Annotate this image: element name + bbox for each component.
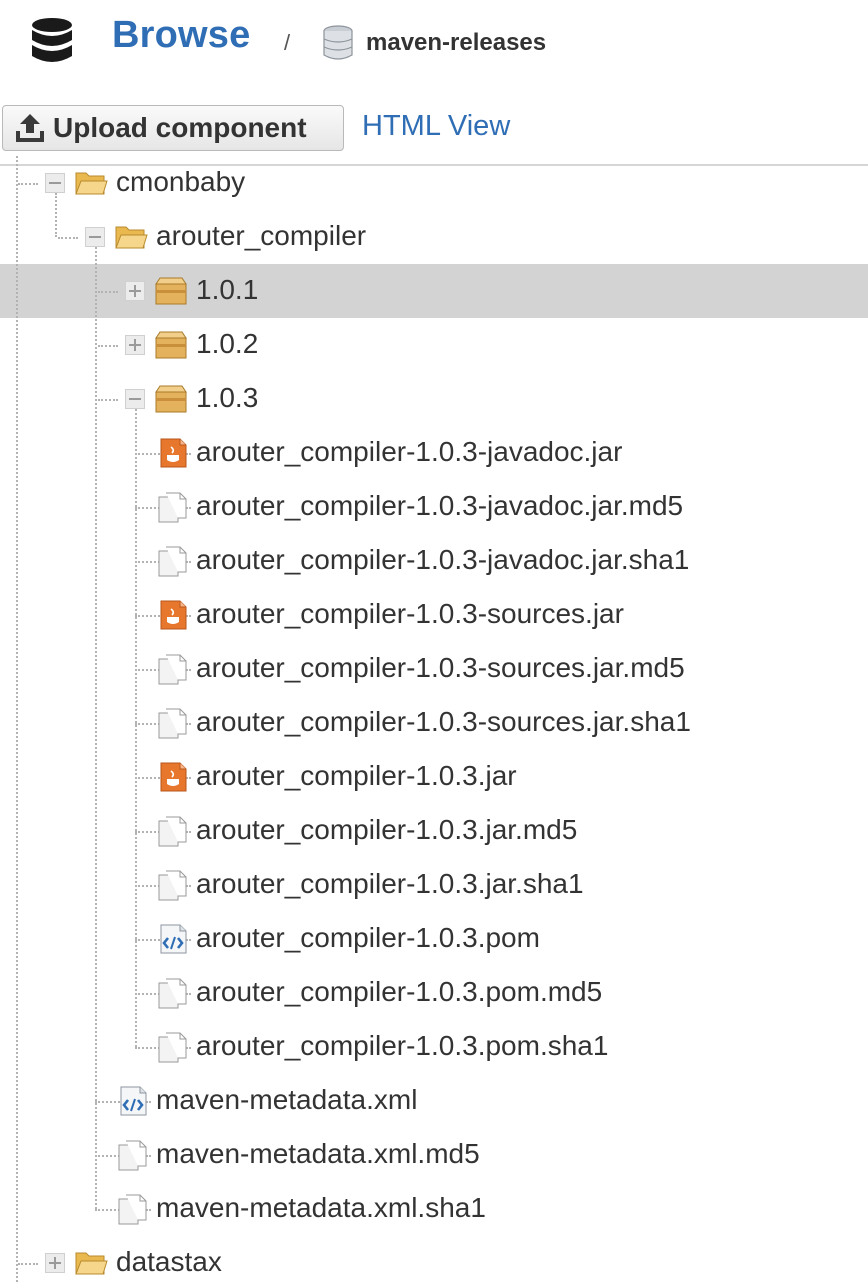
breadcrumb-repository: maven-releases (366, 29, 547, 56)
tree-node-label: arouter_compiler-1.0.3-javadoc.jar.md5 (196, 490, 684, 521)
tree-node[interactable]: arouter_compiler-1.0.3-javadoc.jar.md5 (0, 480, 868, 534)
tree-node-label: arouter_compiler-1.0.3.jar.sha1 (196, 868, 584, 899)
expand-node-toggle[interactable] (45, 1253, 65, 1273)
generic-file-icon (158, 546, 187, 577)
jar-file-icon (160, 600, 187, 630)
tree-node[interactable]: 1.0.1 (0, 264, 868, 318)
breadcrumb-separator: / (284, 30, 291, 55)
collapse-node-toggle[interactable] (125, 389, 145, 409)
tree-node-label: maven-metadata.xml (156, 1084, 418, 1115)
tree-node[interactable]: arouter_compiler-1.0.3.jar.md5 (0, 804, 868, 858)
tree-connector (98, 291, 118, 293)
generic-file-icon (158, 708, 187, 739)
tree-node-label: 1.0.1 (196, 274, 259, 305)
tree-node[interactable]: cmonbaby (0, 156, 868, 210)
tree-guide-line (135, 409, 137, 1047)
tree-node[interactable]: datastax (0, 1236, 868, 1284)
tree-guide-line (95, 247, 97, 1209)
tree-node[interactable]: arouter_compiler-1.0.3.pom.sha1 (0, 1020, 868, 1074)
tree-connector (58, 237, 78, 239)
tree-node-label: maven-metadata.xml.sha1 (156, 1192, 486, 1223)
tree-node-label: arouter_compiler (156, 220, 367, 251)
generic-file-icon (118, 1140, 147, 1171)
tree-guide-line (55, 193, 57, 237)
generic-file-icon (158, 1032, 187, 1063)
folder-icon (75, 1252, 108, 1275)
collapse-node-toggle[interactable] (45, 173, 65, 193)
package-icon (155, 331, 187, 359)
tree-node-label: arouter_compiler-1.0.3-sources.jar.md5 (196, 652, 685, 683)
upload-component-button[interactable]: Upload component (2, 105, 344, 151)
jar-file-icon (160, 762, 187, 792)
collapse-node-toggle[interactable] (85, 227, 105, 247)
repository-tree: cmonbaby arouter_compiler 1.0.1 1.0.2 1.0.3 a… (0, 156, 868, 1284)
upload-icon (16, 114, 44, 142)
generic-file-icon (118, 1194, 147, 1225)
header: Browse / maven-releases (0, 0, 868, 84)
tree-node[interactable]: 1.0.3 (0, 372, 868, 426)
tree-node-label: 1.0.3 (196, 382, 259, 413)
tree-node[interactable]: arouter_compiler-1.0.3.pom (0, 912, 868, 966)
tree-node-label: datastax (116, 1246, 222, 1277)
package-icon (155, 385, 187, 413)
tree-node-label: cmonbaby (116, 166, 246, 197)
tree-node[interactable]: arouter_compiler-1.0.3-sources.jar (0, 588, 868, 642)
generic-file-icon (158, 870, 187, 901)
tree-node-label: arouter_compiler-1.0.3-javadoc.jar.sha1 (196, 544, 690, 575)
upload-component-label: Upload component (53, 112, 307, 143)
xml-file-icon (160, 924, 187, 954)
tree-node-label: arouter_compiler-1.0.3.pom (196, 922, 540, 953)
page-title[interactable]: Browse (112, 14, 250, 57)
tree-node-label: arouter_compiler-1.0.3-sources.jar.sha1 (196, 706, 691, 737)
folder-open-icon (115, 226, 148, 249)
tree-node[interactable]: maven-metadata.xml.md5 (0, 1128, 868, 1182)
generic-file-icon (158, 654, 187, 685)
tree-node[interactable]: maven-metadata.xml.sha1 (0, 1182, 868, 1236)
tree-node[interactable]: 1.0.2 (0, 318, 868, 372)
generic-file-icon (158, 492, 187, 523)
xml-file-icon (120, 1086, 147, 1116)
tree-node-label: arouter_compiler-1.0.3.pom.sha1 (196, 1030, 609, 1061)
tree-connector (98, 345, 118, 347)
database-icon (32, 18, 72, 62)
tree-node-label: arouter_compiler-1.0.3-javadoc.jar (196, 436, 623, 467)
tree-connector (98, 399, 118, 401)
tree-node-label: arouter_compiler-1.0.3-sources.jar (196, 598, 624, 629)
tree-node[interactable]: arouter_compiler-1.0.3-javadoc.jar (0, 426, 868, 480)
tree-node-label: arouter_compiler-1.0.3.jar (196, 760, 517, 791)
tree-node-label: arouter_compiler-1.0.3.jar.md5 (196, 814, 578, 845)
tree-guide-line (16, 156, 18, 1284)
package-icon (155, 277, 187, 305)
tree-node-label: arouter_compiler-1.0.3.pom.md5 (196, 976, 603, 1007)
tree-node[interactable]: arouter_compiler-1.0.3.pom.md5 (0, 966, 868, 1020)
jar-file-icon (160, 438, 187, 468)
html-view-link[interactable]: HTML View (362, 110, 510, 143)
tree-node[interactable]: arouter_compiler (0, 210, 868, 264)
tree-connector (18, 183, 38, 185)
folder-open-icon (75, 172, 108, 195)
tree-node[interactable]: arouter_compiler-1.0.3-javadoc.jar.sha1 (0, 534, 868, 588)
tree-node[interactable]: arouter_compiler-1.0.3.jar (0, 750, 868, 804)
tree-node[interactable]: maven-metadata.xml (0, 1074, 868, 1128)
tree-node[interactable]: arouter_compiler-1.0.3-sources.jar.md5 (0, 642, 868, 696)
tree-node-label: 1.0.2 (196, 328, 259, 359)
generic-file-icon (158, 978, 187, 1009)
tree-node-label: maven-metadata.xml.md5 (156, 1138, 480, 1169)
expand-node-toggle[interactable] (125, 335, 145, 355)
tree-connector (18, 1263, 38, 1265)
repository-icon (323, 25, 353, 60)
generic-file-icon (158, 816, 187, 847)
expand-node-toggle[interactable] (125, 281, 145, 301)
tree-node[interactable]: arouter_compiler-1.0.3.jar.sha1 (0, 858, 868, 912)
tree-node[interactable]: arouter_compiler-1.0.3-sources.jar.sha1 (0, 696, 868, 750)
